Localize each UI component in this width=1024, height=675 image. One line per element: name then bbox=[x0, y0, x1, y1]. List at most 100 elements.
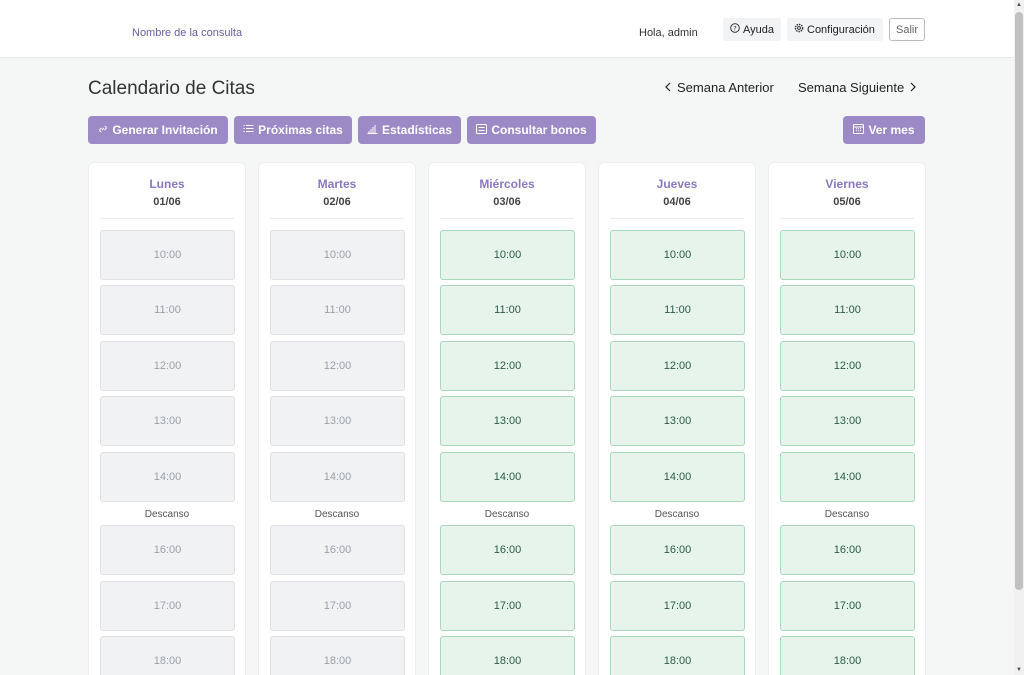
day-date: 02/06 bbox=[323, 196, 351, 208]
help-label: Ayuda bbox=[743, 23, 774, 36]
user-greeting: Hola, admin bbox=[639, 27, 698, 39]
day-column: Martes 02/06 10:00 11:00 12:00 13:00 14:00 16:0… bbox=[258, 162, 416, 675]
unavailable-time-slot: 10:00 bbox=[270, 230, 405, 280]
available-time-slot[interactable]: 16:00 bbox=[780, 525, 915, 575]
unavailable-time-slot: 13:00 bbox=[270, 396, 405, 446]
unavailable-time-slot: 13:00 bbox=[100, 396, 235, 446]
available-time-slot[interactable]: 12:00 bbox=[610, 341, 745, 391]
day-column: Lunes 01/06 10:00 11:00 12:00 13:00 14:00 16:00… bbox=[88, 162, 246, 675]
available-time-slot[interactable]: 10:00 bbox=[780, 230, 915, 280]
statistics-button[interactable]: Estadísticas bbox=[358, 116, 461, 144]
available-time-slot[interactable]: 13:00 bbox=[610, 396, 745, 446]
unavailable-time-slot: 14:00 bbox=[100, 452, 235, 502]
available-time-slot[interactable]: 17:00 bbox=[780, 581, 915, 631]
available-time-slot[interactable]: 18:00 bbox=[440, 636, 575, 675]
next-week-label: Semana Siguiente bbox=[798, 80, 905, 95]
receipt-icon bbox=[476, 123, 488, 137]
page-title: Calendario de Citas bbox=[88, 78, 255, 99]
upcoming-appointments-label: Próximas citas bbox=[258, 123, 343, 137]
unavailable-time-slot: 16:00 bbox=[100, 525, 235, 575]
settings-label: Configuración bbox=[807, 23, 875, 36]
available-time-slot[interactable]: 10:00 bbox=[610, 230, 745, 280]
day-name: Jueves bbox=[656, 177, 698, 191]
day-column: Jueves 04/06 10:00 11:00 12:00 13:00 14:00 16:0… bbox=[598, 162, 756, 675]
divider bbox=[610, 218, 744, 219]
divider bbox=[270, 218, 404, 219]
divider bbox=[440, 218, 574, 219]
chevron-right-icon bbox=[909, 80, 917, 95]
calendar-icon bbox=[853, 123, 865, 137]
page-scrollbar[interactable]: ▲ ▼ bbox=[1014, 0, 1024, 675]
settings-button[interactable]: Configuración bbox=[787, 18, 883, 41]
available-time-slot[interactable]: 14:00 bbox=[780, 452, 915, 502]
available-time-slot[interactable]: 11:00 bbox=[610, 285, 745, 335]
chevron-left-icon bbox=[664, 80, 672, 95]
available-time-slot[interactable]: 10:00 bbox=[440, 230, 575, 280]
previous-week-label: Semana Anterior bbox=[677, 80, 774, 95]
break-label: Descanso bbox=[484, 509, 530, 520]
available-time-slot[interactable]: 12:00 bbox=[440, 341, 575, 391]
unavailable-time-slot: 12:00 bbox=[100, 341, 235, 391]
scrollbar-thumb[interactable] bbox=[1015, 12, 1023, 590]
day-name: Viernes bbox=[825, 177, 869, 191]
link-icon bbox=[98, 124, 108, 137]
logout-button[interactable]: Salir bbox=[889, 18, 925, 41]
unavailable-time-slot: 17:00 bbox=[100, 581, 235, 631]
scroll-down-arrow-icon[interactable]: ▼ bbox=[1015, 667, 1023, 673]
check-vouchers-button[interactable]: Consultar bonos bbox=[467, 116, 596, 144]
available-time-slot[interactable]: 18:00 bbox=[780, 636, 915, 675]
svg-text:?: ? bbox=[733, 24, 736, 32]
unavailable-time-slot: 10:00 bbox=[100, 230, 235, 280]
next-week-button[interactable]: Semana Siguiente bbox=[798, 80, 917, 95]
available-time-slot[interactable]: 14:00 bbox=[440, 452, 575, 502]
upcoming-appointments-button[interactable]: Próximas citas bbox=[234, 116, 352, 144]
unavailable-time-slot: 18:00 bbox=[100, 636, 235, 675]
unavailable-time-slot: 11:00 bbox=[100, 285, 235, 335]
scroll-up-arrow-icon[interactable]: ▲ bbox=[1015, 2, 1023, 8]
available-time-slot[interactable]: 14:00 bbox=[610, 452, 745, 502]
day-name: Miércoles bbox=[479, 177, 535, 191]
generate-invitation-label: Generar Invitación bbox=[112, 123, 218, 137]
break-label: Descanso bbox=[654, 509, 700, 520]
break-label: Descanso bbox=[314, 509, 360, 520]
available-time-slot[interactable]: 13:00 bbox=[780, 396, 915, 446]
day-name: Lunes bbox=[149, 177, 185, 191]
day-column: Miércoles 03/06 10:00 11:00 12:00 13:00 14:00 1… bbox=[428, 162, 586, 675]
available-time-slot[interactable]: 12:00 bbox=[780, 341, 915, 391]
day-date: 03/06 bbox=[493, 196, 521, 208]
available-time-slot[interactable]: 11:00 bbox=[780, 285, 915, 335]
break-label: Descanso bbox=[824, 509, 870, 520]
available-time-slot[interactable]: 16:00 bbox=[440, 525, 575, 575]
available-time-slot[interactable]: 17:00 bbox=[610, 581, 745, 631]
list-icon bbox=[243, 124, 254, 136]
day-date: 04/06 bbox=[663, 196, 691, 208]
available-time-slot[interactable]: 16:00 bbox=[610, 525, 745, 575]
question-circle-icon: ? bbox=[730, 23, 740, 36]
view-month-label: Ver mes bbox=[868, 123, 915, 137]
view-month-button[interactable]: Ver mes bbox=[843, 116, 925, 144]
brand-name[interactable]: Nombre de la consulta bbox=[132, 27, 242, 39]
day-date: 05/06 bbox=[833, 196, 861, 208]
available-time-slot[interactable]: 18:00 bbox=[610, 636, 745, 675]
unavailable-time-slot: 16:00 bbox=[270, 525, 405, 575]
day-column: Viernes 05/06 10:00 11:00 12:00 13:00 14:00 16:… bbox=[768, 162, 926, 675]
divider bbox=[780, 218, 914, 219]
unavailable-time-slot: 14:00 bbox=[270, 452, 405, 502]
unavailable-time-slot: 11:00 bbox=[270, 285, 405, 335]
break-label: Descanso bbox=[144, 509, 190, 520]
previous-week-button[interactable]: Semana Anterior bbox=[664, 80, 774, 95]
available-time-slot[interactable]: 17:00 bbox=[440, 581, 575, 631]
top-bar: Nombre de la consulta Hola, admin ? Ayud… bbox=[0, 0, 1014, 58]
day-name: Martes bbox=[317, 177, 357, 191]
statistics-label: Estadísticas bbox=[381, 123, 453, 137]
divider bbox=[100, 218, 234, 219]
check-vouchers-label: Consultar bonos bbox=[491, 123, 587, 137]
available-time-slot[interactable]: 11:00 bbox=[440, 285, 575, 335]
unavailable-time-slot: 17:00 bbox=[270, 581, 405, 631]
day-date: 01/06 bbox=[153, 196, 181, 208]
available-time-slot[interactable]: 13:00 bbox=[440, 396, 575, 446]
generate-invitation-button[interactable]: Generar Invitación bbox=[88, 116, 228, 144]
help-button[interactable]: ? Ayuda bbox=[723, 18, 781, 41]
bar-chart-icon bbox=[367, 124, 378, 137]
unavailable-time-slot: 12:00 bbox=[270, 341, 405, 391]
